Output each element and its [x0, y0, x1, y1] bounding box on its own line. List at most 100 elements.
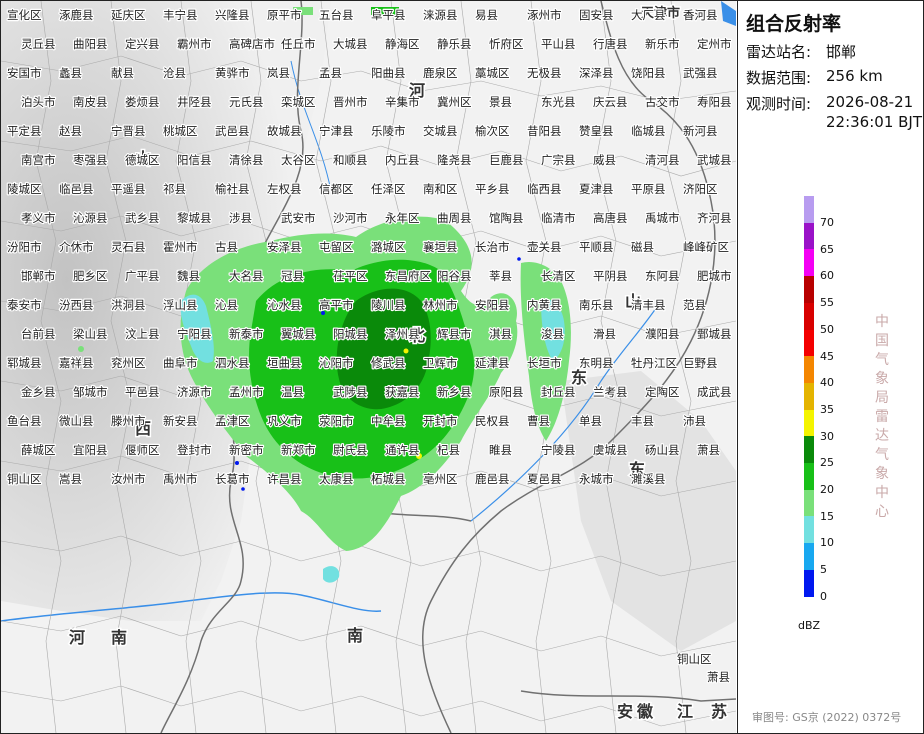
city-label: 禹州市 [163, 472, 198, 486]
city-label: 阜平县 [371, 8, 406, 22]
city-label: 泊头市 [21, 95, 56, 109]
city-label: 峰峰矿区 [683, 240, 729, 254]
city-label: 陵川县 [371, 298, 406, 312]
city-label: 南和区 [423, 182, 458, 196]
city-label: 隆尧县 [437, 153, 472, 167]
city-label: 鹿邑县 [475, 472, 510, 486]
city-label: 黎城县 [177, 211, 212, 225]
range-label: 数据范围: [746, 69, 812, 87]
city-label: 晋州市 [333, 95, 368, 109]
city-label: 太康县 [319, 472, 354, 486]
province-label: 南 [347, 626, 363, 645]
province-label: 南 [111, 628, 127, 647]
city-label: 单县 [579, 414, 602, 428]
city-label: 枣强县 [73, 153, 108, 167]
city-label: 太谷区 [281, 153, 316, 167]
city-label: 威县 [593, 153, 616, 167]
city-label: 邹城市 [73, 385, 108, 399]
legend-color-15 [804, 489, 814, 517]
city-label: 东昌府区 [385, 269, 431, 283]
city-label: 柘城县 [371, 472, 406, 486]
city-label: 新河县 [683, 124, 718, 138]
legend-label: 60 [820, 269, 834, 283]
legend-color-30 [804, 409, 814, 437]
city-label: 济阳区 [683, 182, 718, 196]
city-label: 行唐县 [593, 37, 628, 51]
city-label: 任泽区 [371, 182, 406, 196]
city-label: 许昌县 [267, 472, 302, 486]
product-title: 组合反射率 [746, 13, 842, 35]
city-label: 武强县 [683, 66, 718, 80]
city-label: 五台县 [319, 8, 354, 22]
city-label: 黄骅市 [215, 66, 250, 80]
city-label: 广宗县 [541, 153, 576, 167]
city-label: 孝义市 [21, 211, 56, 225]
city-label: 长垣市 [527, 356, 562, 370]
city-label: 景县 [489, 95, 512, 109]
city-label: 曲阜市 [163, 356, 198, 370]
city-label: 荥阳市 [319, 414, 354, 428]
city-label: 井陉县 [177, 95, 212, 109]
legend-label: 15 [820, 509, 834, 523]
city-label: 内丘县 [385, 153, 420, 167]
city-label: 定州市 [697, 37, 732, 51]
city-label: 大城县 [333, 37, 368, 51]
city-label: 内黄县 [527, 298, 562, 312]
city-label: 冠县 [281, 269, 304, 283]
city-label: 长清区 [541, 269, 576, 283]
city-label: 平遥县 [111, 182, 146, 196]
range-value: 256 km [826, 67, 883, 85]
city-label: 亳州区 [423, 472, 458, 486]
city-label: 献县 [111, 66, 134, 80]
radar-map[interactable]: 山 西 河 北 南 东 山 东 河 南 江 苏 安 徽 天津市 宣化区 涿鹿县 延庆… [1, 1, 736, 733]
city-label: 翼城县 [281, 327, 316, 341]
city-label: 乐陵市 [371, 124, 406, 138]
city-label: 长葛市 [215, 472, 250, 486]
city-label: 铜山区 [7, 472, 42, 486]
city-label: 平原县 [631, 182, 666, 196]
city-label: 任丘市 [281, 37, 316, 51]
city-label: 古交市 [645, 95, 680, 109]
city-label: 杞县 [437, 443, 460, 457]
city-label: 虞城县 [593, 443, 628, 457]
city-label: 介休市 [59, 240, 94, 254]
approval-number: 审图号: GS京 (2022) 0372号 [752, 711, 902, 724]
city-label: 获嘉县 [385, 385, 420, 399]
city-label: 沁县 [215, 298, 238, 312]
city-label: 灵丘县 [21, 37, 56, 51]
city-label: 曲周县 [437, 211, 472, 225]
legend-label: 10 [820, 536, 834, 550]
city-label: 宁阳县 [177, 327, 212, 341]
map-overlay-label: 铜山区 [677, 652, 712, 666]
legend-label: 55 [820, 296, 834, 310]
city-label: 清河县 [645, 153, 680, 167]
city-label: 沁源县 [73, 211, 108, 225]
city-label: 南宫市 [21, 153, 56, 167]
city-label: 宜阳县 [73, 443, 108, 457]
time-clock: 22:36:01 BJT [826, 113, 923, 131]
city-label: 无极县 [527, 66, 562, 80]
city-label: 临西县 [527, 182, 562, 196]
city-label: 新安县 [163, 414, 198, 428]
city-label: 古县 [215, 240, 238, 254]
city-label: 薛城区 [21, 443, 56, 457]
city-label: 高平市 [319, 298, 354, 312]
city-label: 巨野县 [683, 356, 718, 370]
city-label: 宁津县 [319, 124, 354, 138]
province-label: 河 [69, 628, 85, 647]
city-label: 齐河县 [697, 211, 732, 225]
city-label: 浮山县 [163, 298, 198, 312]
city-label: 榆社县 [215, 182, 250, 196]
legend-label: 30 [820, 429, 834, 443]
city-label: 定兴县 [125, 37, 160, 51]
map-overlay-label: 萧县 [707, 670, 730, 684]
city-label: 深泽县 [579, 66, 614, 80]
province-label: 徽 [636, 702, 654, 721]
province-label: 江 [677, 702, 693, 721]
city-label: 汾阳市 [7, 240, 42, 254]
city-label: 固安县 [579, 8, 614, 22]
city-label: 温县 [281, 385, 304, 399]
city-label: 滑县 [593, 327, 616, 341]
agency-vertical-text: 中国气象局雷达气象中心 [875, 314, 889, 520]
city-label: 南乐县 [579, 298, 614, 312]
